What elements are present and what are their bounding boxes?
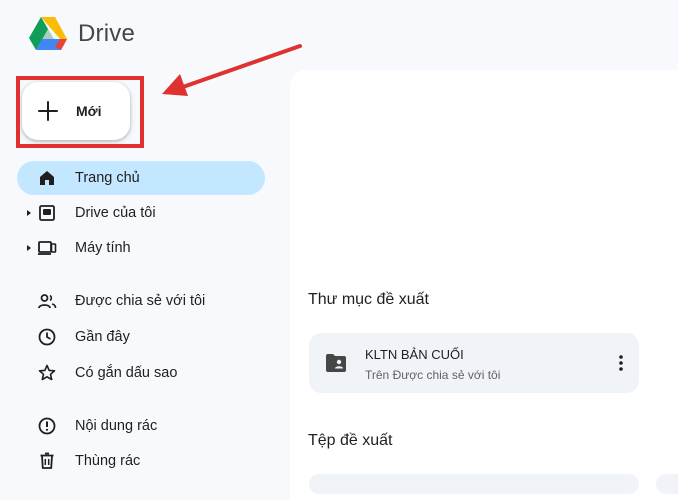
expand-caret-icon[interactable] [27,245,31,251]
more-options-icon[interactable] [611,353,631,373]
app-title: Drive [78,20,136,47]
drive-logo-icon [29,17,67,50]
annotation-highlight-box [16,76,144,148]
home-icon [40,171,54,185]
drive-logo[interactable]: Drive [28,16,135,52]
nav-item-label: Gần đây [75,329,130,345]
nav-item-label: Thùng rác [75,453,141,469]
file-card[interactable] [656,474,678,494]
expand-caret-icon[interactable] [27,210,31,216]
folder-location: Trên Được chia sẻ với tôi [365,368,501,382]
nav-item-my-drive[interactable]: Drive của tôi [17,196,265,230]
annotation-arrow-icon [162,44,302,96]
folder-card[interactable]: KLTN BẢN CUỐI Trên Được chia sẻ với tôi [309,333,639,393]
nav-item-trash[interactable]: Thùng rác [17,444,265,478]
nav-item-label: Máy tính [75,240,131,256]
trash-icon [40,452,54,469]
nav-item-starred[interactable]: Có gắn dấu sao [17,356,265,390]
star-icon [38,364,56,381]
nav-item-home[interactable]: Trang chủ [17,161,265,195]
shared-folder-icon [326,354,346,372]
nav-item-label: Nội dung rác [75,418,158,434]
folder-name: KLTN BẢN CUỐI [365,347,464,362]
nav-item-label: Có gắn dấu sao [75,365,178,381]
nav-item-recent[interactable]: Gần đây [17,320,265,354]
shared-icon [38,294,57,309]
suggested-files-title: Tệp đề xuất [308,432,393,449]
nav-item-computers[interactable]: Máy tính [17,231,265,265]
nav-item-label: Trang chủ [75,170,140,186]
nav-item-spam[interactable]: Nội dung rác [17,409,265,443]
spam-icon [38,417,56,435]
nav-item-label: Được chia sẻ với tôi [75,293,206,309]
nav-item-shared-with-me[interactable]: Được chia sẻ với tôi [17,284,265,318]
nav-item-label: Drive của tôi [75,205,156,221]
file-card[interactable] [309,474,639,494]
clock-icon [38,328,56,346]
suggested-folders-title: Thư mục đề xuất [308,291,429,308]
computer-icon [38,241,57,255]
my-drive-icon [39,205,55,221]
